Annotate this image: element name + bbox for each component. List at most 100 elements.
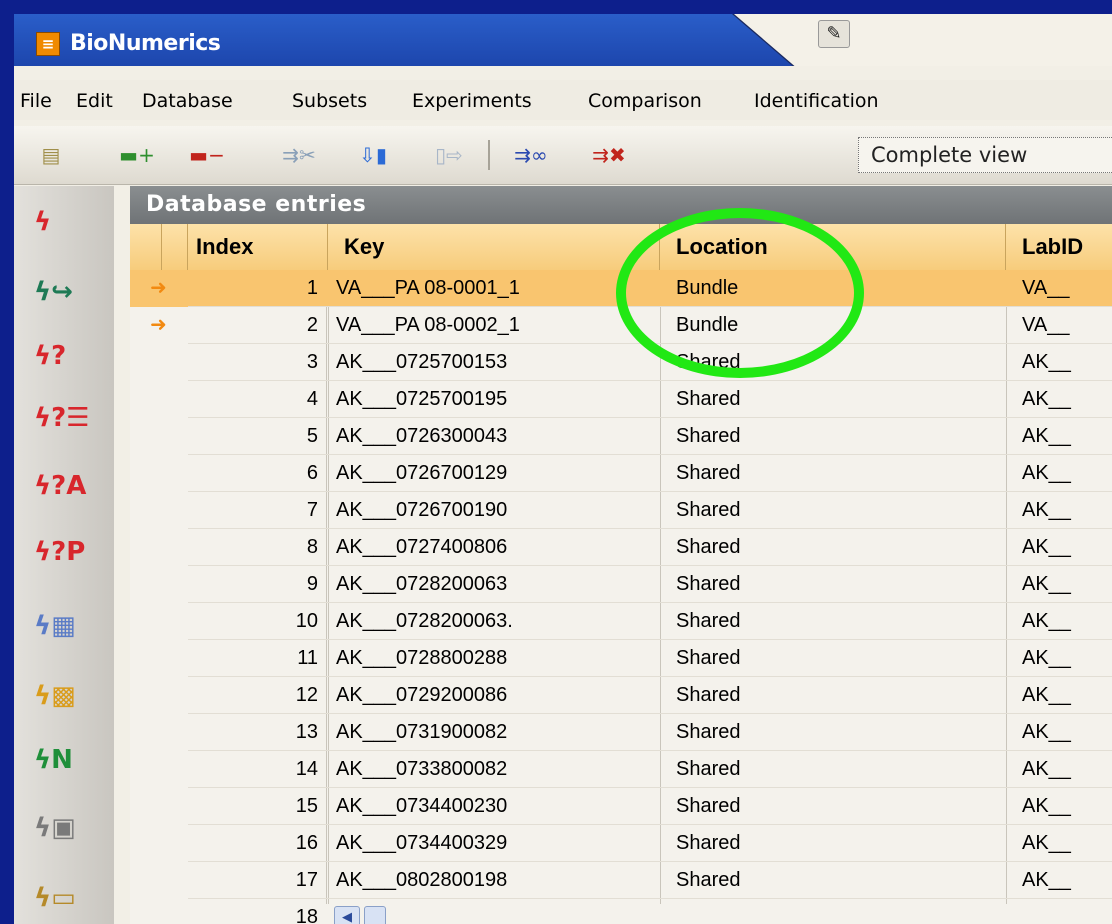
- table-row[interactable]: 18: [130, 899, 1112, 924]
- lightning-icon[interactable]: ϟ: [34, 202, 98, 242]
- scroll-right-button[interactable]: [364, 906, 386, 924]
- scroll-left-button[interactable]: ◀: [334, 906, 360, 924]
- table-row[interactable]: 7 AK___0726700190 Shared AK__: [130, 492, 1112, 529]
- cell-index: 8: [306, 536, 318, 558]
- cell-key: AK___0733800082: [336, 758, 508, 780]
- cell-location: Shared: [676, 684, 741, 706]
- header-corner: [130, 224, 162, 270]
- cut-icon[interactable]: ⇉✂: [276, 139, 322, 171]
- cell-location: Shared: [676, 536, 741, 558]
- menu-file[interactable]: File: [20, 90, 52, 112]
- cell-location: Shared: [676, 425, 741, 447]
- cell-key: AK___0734400329: [336, 832, 508, 854]
- pen-icon[interactable]: ✎: [818, 20, 850, 48]
- column-labid[interactable]: LabID: [1006, 224, 1112, 270]
- cell-location: [662, 899, 1004, 924]
- arrow-right-icon: ➜: [150, 314, 167, 336]
- cell-index: 15: [295, 795, 318, 817]
- cell-index: 7: [306, 499, 318, 521]
- panel-title: Database entries: [130, 186, 1112, 224]
- header-marker: [162, 224, 188, 270]
- app-window: ≡ BioNumerics ✎ File Edit Database Subse…: [14, 14, 1112, 924]
- table-row[interactable]: 6 AK___0726700129 Shared AK__: [130, 455, 1112, 492]
- table-row[interactable]: 3 AK___0725700153 Shared AK__: [130, 344, 1112, 381]
- cell-index: 4: [306, 388, 318, 410]
- matrix-icon[interactable]: ϟ▣: [34, 808, 98, 848]
- cell-labid: [1008, 899, 1112, 924]
- cell-key: AK___0726700190: [336, 499, 508, 521]
- search-binoculars-icon[interactable]: ⇉∞: [508, 139, 554, 171]
- new-database-icon[interactable]: ▤: [28, 139, 74, 171]
- cell-key: AK___0727400806: [336, 536, 508, 558]
- delete-entry-icon[interactable]: ▬−: [184, 139, 230, 171]
- cell-labid: AK__: [1022, 869, 1071, 891]
- cell-labid: AK__: [1022, 684, 1071, 706]
- cell-index: 16: [295, 832, 318, 854]
- copy-icon[interactable]: ⇩▮: [350, 139, 396, 171]
- lightning-question-list-icon[interactable]: ϟ?☰: [34, 398, 98, 438]
- table-row[interactable]: 4 AK___0725700195 Shared AK__: [130, 381, 1112, 418]
- cell-key: AK___0726300043: [336, 425, 508, 447]
- cell-location: Shared: [676, 795, 741, 817]
- cell-index: 17: [295, 869, 318, 891]
- menu-edit[interactable]: Edit: [76, 90, 113, 112]
- table-row[interactable]: 17 AK___0802800198 Shared AK__: [130, 862, 1112, 899]
- grid-header: Index Key Location LabID: [130, 224, 1112, 271]
- cell-key: VA___PA 08-0002_1: [336, 314, 520, 336]
- clear-search-icon[interactable]: ⇉✖: [586, 139, 632, 171]
- table-row[interactable]: 15 AK___0734400230 Shared AK__: [130, 788, 1112, 825]
- cell-location: Shared: [676, 462, 741, 484]
- table-row[interactable]: 11 AK___0728800288 Shared AK__: [130, 640, 1112, 677]
- cell-location: Shared: [676, 832, 741, 854]
- view-select[interactable]: Complete view: [858, 137, 1112, 173]
- table-row[interactable]: 8 AK___0727400806 Shared AK__: [130, 529, 1112, 566]
- table-row[interactable]: 16 AK___0734400329 Shared AK__: [130, 825, 1112, 862]
- toolbar: ▤ ▬+ ▬− ⇉✂ ⇩▮ ▯⇨ ⇉∞ ⇉✖ Complete view: [14, 126, 1112, 185]
- add-entry-icon[interactable]: ▬+: [114, 139, 160, 171]
- table-row[interactable]: 12 AK___0729200086 Shared AK__: [130, 677, 1112, 714]
- menu-comparison[interactable]: Comparison: [588, 90, 702, 112]
- cell-key: AK___0731900082: [336, 721, 508, 743]
- lightning-arrow-icon[interactable]: ϟ↪: [34, 272, 98, 312]
- lightning-question-icon[interactable]: ϟ?: [34, 336, 98, 376]
- menu-identification[interactable]: Identification: [754, 90, 879, 112]
- table-grid-icon[interactable]: ϟ▦: [34, 606, 98, 646]
- paste-icon[interactable]: ▯⇨: [426, 139, 472, 171]
- table-row[interactable]: 5 AK___0726300043 Shared AK__: [130, 418, 1112, 455]
- table-row[interactable]: 10 AK___0728200063. Shared AK__: [130, 603, 1112, 640]
- lightning-question-a-icon[interactable]: ϟ?A: [34, 466, 98, 506]
- table-row[interactable]: 13 AK___0731900082 Shared AK__: [130, 714, 1112, 751]
- table-row[interactable]: 9 AK___0728200063 Shared AK__: [130, 566, 1112, 603]
- gel-image-icon[interactable]: ϟ▩: [34, 676, 98, 716]
- cell-labid: AK__: [1022, 462, 1071, 484]
- cell-index: 6: [306, 462, 318, 484]
- cell-labid: AK__: [1022, 573, 1071, 595]
- menu-subsets[interactable]: Subsets: [292, 90, 367, 112]
- menu-database[interactable]: Database: [142, 90, 233, 112]
- table-row[interactable]: 14 AK___0733800082 Shared AK__: [130, 751, 1112, 788]
- cell-index: 5: [306, 425, 318, 447]
- database-entries-grid: Index Key Location LabID ➜ 1 VA___PA 08-00…: [130, 224, 1112, 924]
- cell-index: 9: [306, 573, 318, 595]
- cell-location: Shared: [676, 758, 741, 780]
- cell-key: AK___0728800288: [336, 647, 508, 669]
- folder-icon[interactable]: ϟ▭: [34, 878, 98, 918]
- cell-labid: VA__: [1022, 277, 1070, 299]
- lightning-question-p-icon[interactable]: ϟ?P: [34, 532, 98, 572]
- left-tool-strip: ϟ ϟ↪ ϟ? ϟ?☰ ϟ?A ϟ?P ϟ▦ ϟ▩ ϟN ϟ▣ ϟ▭: [14, 186, 114, 924]
- cell-key: AK___0725700153: [336, 351, 508, 373]
- cell-location: Shared: [676, 869, 741, 891]
- column-index[interactable]: Index: [188, 224, 328, 270]
- cell-labid: AK__: [1022, 388, 1071, 410]
- cell-location: Shared: [676, 721, 741, 743]
- app-logo-icon: ≡: [36, 32, 60, 56]
- menu-experiments[interactable]: Experiments: [412, 90, 532, 112]
- network-n-icon[interactable]: ϟN: [34, 740, 98, 780]
- cell-location: Shared: [676, 647, 741, 669]
- column-key[interactable]: Key: [328, 224, 660, 270]
- cell-labid: AK__: [1022, 758, 1071, 780]
- cell-location: Shared: [676, 388, 741, 410]
- cell-labid: AK__: [1022, 499, 1071, 521]
- cell-key: AK___0726700129: [336, 462, 508, 484]
- cell-index: 11: [297, 647, 318, 669]
